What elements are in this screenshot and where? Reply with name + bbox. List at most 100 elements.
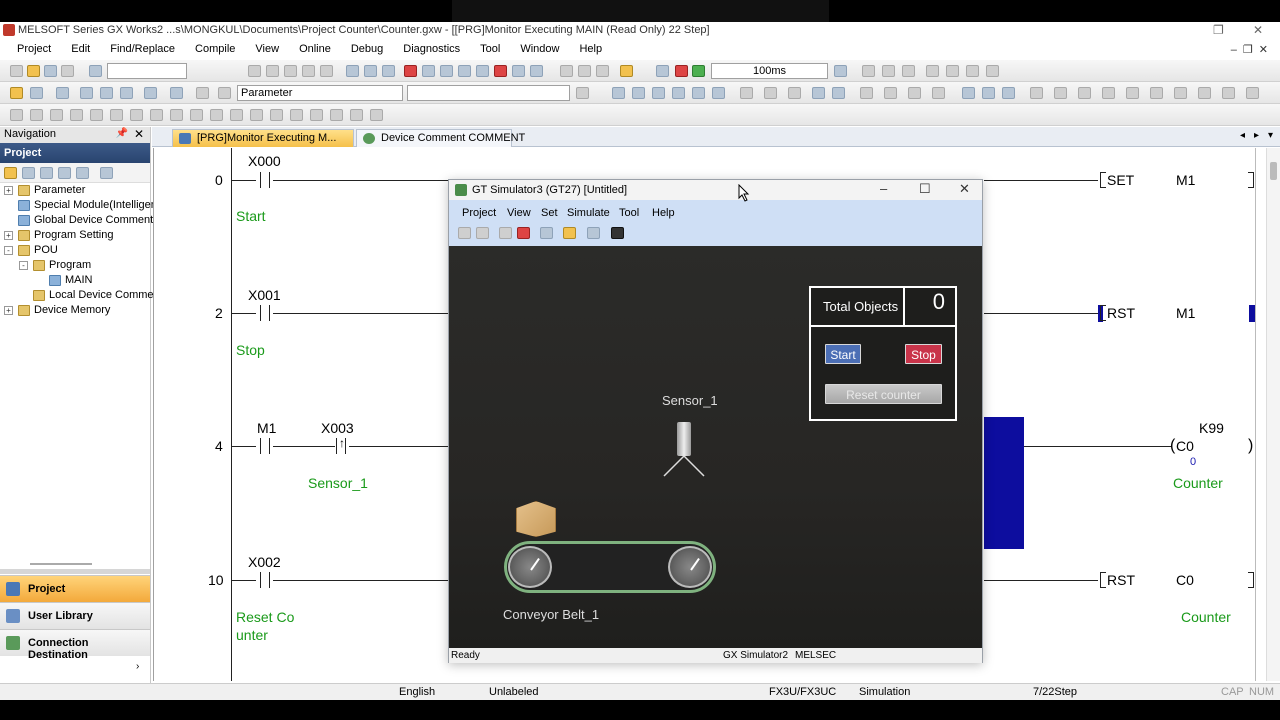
gt-device-icon[interactable] <box>587 227 600 239</box>
monitor-stop-icon[interactable] <box>422 65 435 77</box>
chevron-right-icon[interactable]: › <box>136 661 139 672</box>
expand-icon[interactable]: + <box>4 306 13 315</box>
reset-counter-button[interactable]: Reset counter <box>825 384 942 404</box>
simulation-icon[interactable] <box>620 65 633 77</box>
gt-menu-project[interactable]: Project <box>462 207 496 219</box>
ladder-edit-icon-2[interactable] <box>30 109 43 121</box>
expand-icon[interactable]: + <box>4 186 13 195</box>
tree-item-parameter[interactable]: + Parameter <box>0 183 150 198</box>
paste-icon[interactable] <box>284 65 297 77</box>
monitor-icon[interactable] <box>404 65 417 77</box>
grayed-icon-12[interactable] <box>218 87 231 99</box>
tree-item-program[interactable]: - Program <box>0 258 150 273</box>
grayed-icon-16[interactable] <box>1102 87 1115 99</box>
menu-tool[interactable]: Tool <box>470 41 510 59</box>
tree-item-global-device-comment[interactable]: Global Device Comment <box>0 213 153 228</box>
doc-icon[interactable] <box>576 87 589 99</box>
ladder-edit-icon-5[interactable] <box>90 109 103 121</box>
ladder-edit-icon-8[interactable] <box>150 109 163 121</box>
nav-refresh-icon[interactable] <box>76 167 89 179</box>
ladder-caf5-icon[interactable] <box>982 87 995 99</box>
find-icon[interactable] <box>458 65 471 77</box>
ladder-caf7-icon[interactable] <box>908 87 921 99</box>
ladder-sf9-icon[interactable] <box>764 87 777 99</box>
ladder-edit-icon-15[interactable] <box>290 109 303 121</box>
nav-copy-icon[interactable] <box>40 167 53 179</box>
gt-title-bar[interactable]: GT Simulator3 (GT27) [Untitled] – ☐ ✕ <box>449 180 982 200</box>
empty-combo[interactable] <box>407 85 570 101</box>
grayed-icon-9[interactable] <box>966 65 979 77</box>
grayed-icon-10[interactable] <box>986 65 999 77</box>
menu-diagnostics[interactable]: Diagnostics <box>393 41 470 59</box>
menu-help[interactable]: Help <box>569 41 612 59</box>
gt-menu-view[interactable]: View <box>507 207 531 219</box>
ladder-edit-icon-14[interactable] <box>270 109 283 121</box>
close-icon[interactable]: ✕ <box>1253 23 1263 37</box>
output-icon[interactable] <box>56 87 69 99</box>
grayed-icon-3[interactable] <box>596 65 609 77</box>
restore-icon[interactable]: ❐ <box>1213 23 1224 37</box>
ladder-sf7-icon[interactable] <box>812 87 825 99</box>
element-selection-icon[interactable] <box>30 87 43 99</box>
gt-stop-icon[interactable] <box>517 227 530 239</box>
verify-icon[interactable] <box>382 65 395 77</box>
ladder-sf5-icon[interactable] <box>632 87 645 99</box>
convert-icon[interactable] <box>512 65 525 77</box>
gt-menu-help[interactable]: Help <box>652 207 675 219</box>
cut-icon[interactable] <box>248 65 261 77</box>
gt-menu-set[interactable]: Set <box>541 207 558 219</box>
menu-view[interactable]: View <box>245 41 289 59</box>
diagnose-icon[interactable] <box>494 65 507 77</box>
close-icon[interactable]: ✕ <box>134 127 144 141</box>
menu-debug[interactable]: Debug <box>341 41 393 59</box>
nav-filter-icon[interactable] <box>58 167 71 179</box>
tree-item-pou[interactable]: - POU <box>0 243 150 258</box>
ladder-af8-icon[interactable] <box>884 87 897 99</box>
ladder-sf6-icon[interactable] <box>672 87 685 99</box>
gt-start-icon[interactable] <box>499 227 512 239</box>
collapse-icon[interactable]: - <box>4 246 13 255</box>
normally-open-contact[interactable] <box>260 438 270 454</box>
grayed-icon-15[interactable] <box>1078 87 1091 99</box>
ladder-edit-icon-12[interactable] <box>230 109 243 121</box>
nav-open-icon[interactable] <box>22 167 35 179</box>
read-plc-icon[interactable] <box>364 65 377 77</box>
ladder-sf8-icon[interactable] <box>832 87 845 99</box>
start-button[interactable]: Start <box>825 344 861 364</box>
parameter-combo[interactable]: Parameter <box>237 85 403 101</box>
ladder-edit-icon-13[interactable] <box>250 109 263 121</box>
ladder-f7-icon[interactable] <box>692 87 705 99</box>
redo-icon[interactable] <box>320 65 333 77</box>
intelligent-icon[interactable] <box>170 87 183 99</box>
menu-project[interactable]: Project <box>6 41 61 59</box>
new-icon[interactable] <box>10 65 23 77</box>
tree-item-local-device-comment[interactable]: Local Device Commen <box>0 288 160 303</box>
device-combo[interactable] <box>107 63 187 79</box>
print-icon[interactable] <box>61 65 74 77</box>
cross-ref-icon[interactable] <box>80 87 93 99</box>
ladder-edit-icon-17[interactable] <box>330 109 343 121</box>
menu-window[interactable]: Window <box>510 41 569 59</box>
interval-set-icon[interactable] <box>834 65 847 77</box>
zoom-icon[interactable] <box>440 65 453 77</box>
gt-menu-tool[interactable]: Tool <box>619 207 639 219</box>
normally-open-contact[interactable] <box>260 305 270 321</box>
ladder-vertical-scrollbar[interactable] <box>1266 148 1280 681</box>
ladder-caf10-icon[interactable] <box>1002 87 1015 99</box>
ladder-edit-icon-6[interactable] <box>110 109 123 121</box>
ladder-cf9-icon[interactable] <box>788 87 801 99</box>
gt-disconnect-icon[interactable] <box>476 227 489 239</box>
navigation-icon[interactable] <box>10 87 23 99</box>
menu-online[interactable]: Online <box>289 41 341 59</box>
ladder-edit-icon-4[interactable] <box>70 109 83 121</box>
ladder-edit-icon-11[interactable] <box>210 109 223 121</box>
device-list-icon[interactable] <box>100 87 113 99</box>
write-plc-icon[interactable] <box>346 65 359 77</box>
device-batch-icon[interactable] <box>144 87 157 99</box>
normally-open-contact[interactable] <box>260 572 270 588</box>
save-icon[interactable] <box>44 65 57 77</box>
stop-button[interactable]: Stop <box>905 344 942 364</box>
tab-device-comment[interactable]: Device Comment COMMENT <box>356 129 525 147</box>
compile-icon[interactable] <box>530 65 543 77</box>
stop-run-icon[interactable] <box>675 65 688 77</box>
